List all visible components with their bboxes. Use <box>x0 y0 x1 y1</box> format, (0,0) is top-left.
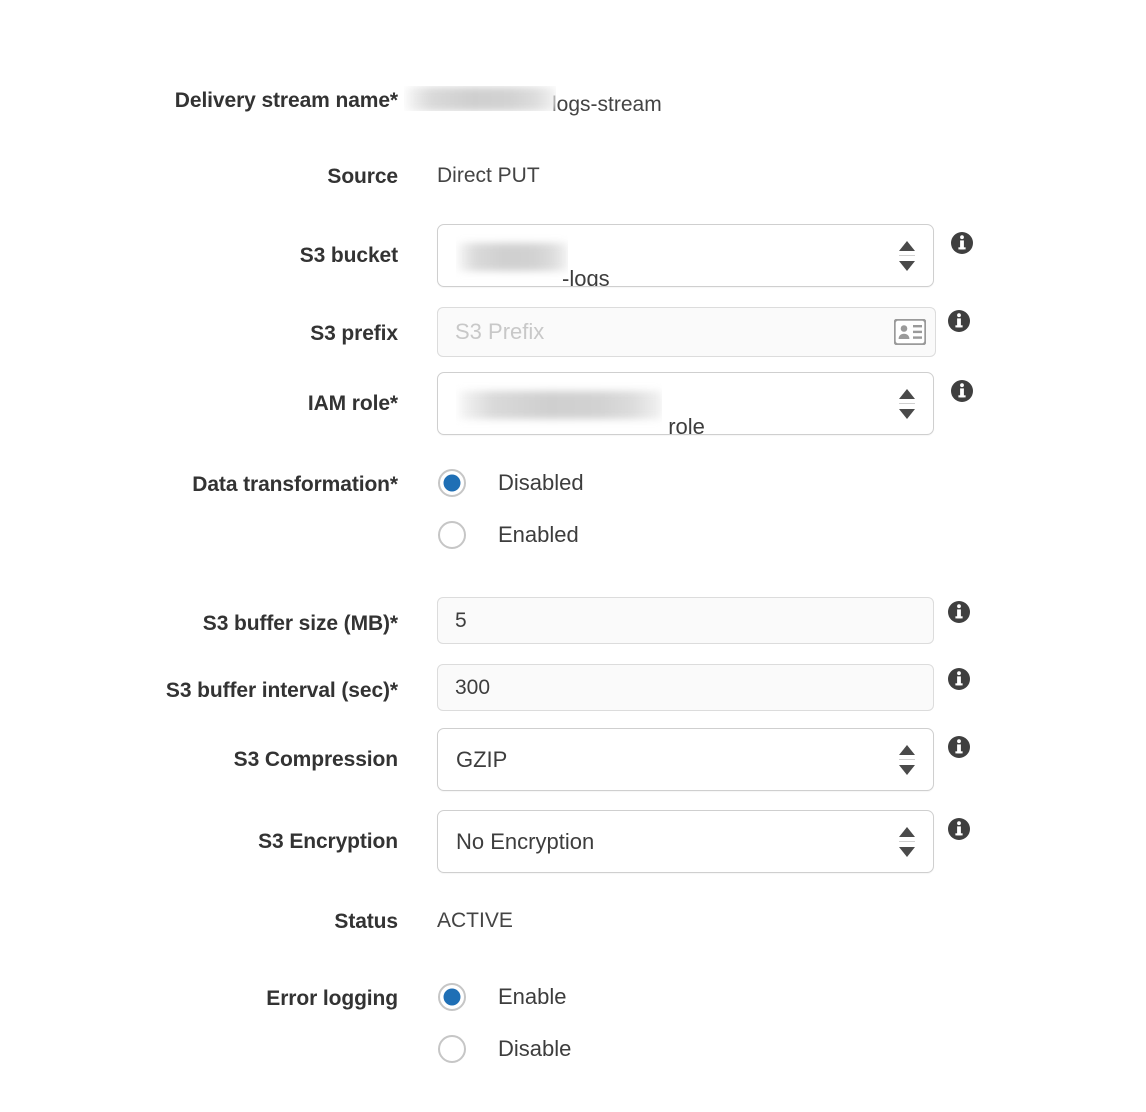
s3-prefix-placeholder: S3 Prefix <box>455 319 545 344</box>
radio-error-logging-disable[interactable] <box>438 1035 466 1063</box>
stepper-updown-icon[interactable] <box>899 388 915 419</box>
s3-bucket-selected-value: -logs <box>456 225 610 286</box>
info-icon[interactable] <box>951 380 973 402</box>
redacted-text <box>456 373 662 434</box>
info-icon[interactable] <box>948 310 970 332</box>
radio-error-logging-enable[interactable] <box>438 983 466 1011</box>
stepper-updown-icon[interactable] <box>899 744 915 775</box>
label-data-transformation: Data transformation* <box>192 473 398 496</box>
s3-bucket-select[interactable]: -logs <box>437 224 934 287</box>
radio-label-error-logging-enable[interactable]: Enable <box>498 984 567 1010</box>
delivery-stream-name-value: logs-stream <box>404 86 662 117</box>
s3-encryption-selected-value: No Encryption <box>456 829 595 854</box>
s3-compression-select[interactable]: GZIP <box>437 728 934 791</box>
radio-label-error-logging-disable[interactable]: Disable <box>498 1036 571 1062</box>
radio-label-data-transformation-enabled[interactable]: Enabled <box>498 522 579 548</box>
label-s3-bucket: S3 bucket <box>299 244 398 267</box>
redacted-text <box>456 225 568 286</box>
radio-data-transformation-disabled[interactable] <box>438 469 466 497</box>
radio-data-transformation-enabled[interactable] <box>438 521 466 549</box>
s3-buffer-interval-value: 300 <box>455 676 491 699</box>
info-icon[interactable] <box>948 601 970 623</box>
iam-role-value-suffix: _role <box>656 414 705 434</box>
s3-compression-selected-value: GZIP <box>456 747 508 772</box>
label-s3-compression: S3 Compression <box>233 748 398 771</box>
label-status: Status <box>334 910 398 933</box>
info-icon[interactable] <box>948 668 970 690</box>
radio-label-data-transformation-disabled[interactable]: Disabled <box>498 470 584 496</box>
stepper-updown-icon[interactable] <box>899 826 915 857</box>
info-icon[interactable] <box>948 818 970 840</box>
s3-encryption-select[interactable]: No Encryption <box>437 810 934 873</box>
label-s3-buffer-size: S3 buffer size (MB)* <box>202 612 398 635</box>
delivery-stream-name-suffix: logs-stream <box>552 93 662 117</box>
contact-card-icon[interactable] <box>893 318 927 346</box>
s3-buffer-size-value: 5 <box>455 609 467 632</box>
iam-role-selected-value: _role <box>456 373 705 434</box>
label-s3-buffer-interval: S3 buffer interval (sec)* <box>165 679 398 702</box>
label-s3-encryption: S3 Encryption <box>258 830 398 853</box>
s3-buffer-size-input[interactable]: 5 <box>437 597 934 644</box>
source-value: Direct PUT <box>437 164 540 187</box>
redacted-text <box>404 86 556 112</box>
label-delivery-stream-name: Delivery stream name* <box>174 89 398 112</box>
label-source: Source <box>327 165 398 188</box>
info-icon[interactable] <box>948 736 970 758</box>
info-icon[interactable] <box>951 232 973 254</box>
label-iam-role: IAM role* <box>307 392 398 415</box>
label-error-logging: Error logging <box>266 987 398 1010</box>
status-badge: ACTIVE <box>437 909 513 932</box>
s3-buffer-interval-input[interactable]: 300 <box>437 664 934 711</box>
s3-bucket-value-suffix: -logs <box>562 266 610 286</box>
iam-role-select[interactable]: _role <box>437 372 934 435</box>
stepper-updown-icon[interactable] <box>899 240 915 271</box>
label-s3-prefix: S3 prefix <box>310 322 398 345</box>
s3-prefix-input[interactable]: S3 Prefix <box>437 307 936 357</box>
